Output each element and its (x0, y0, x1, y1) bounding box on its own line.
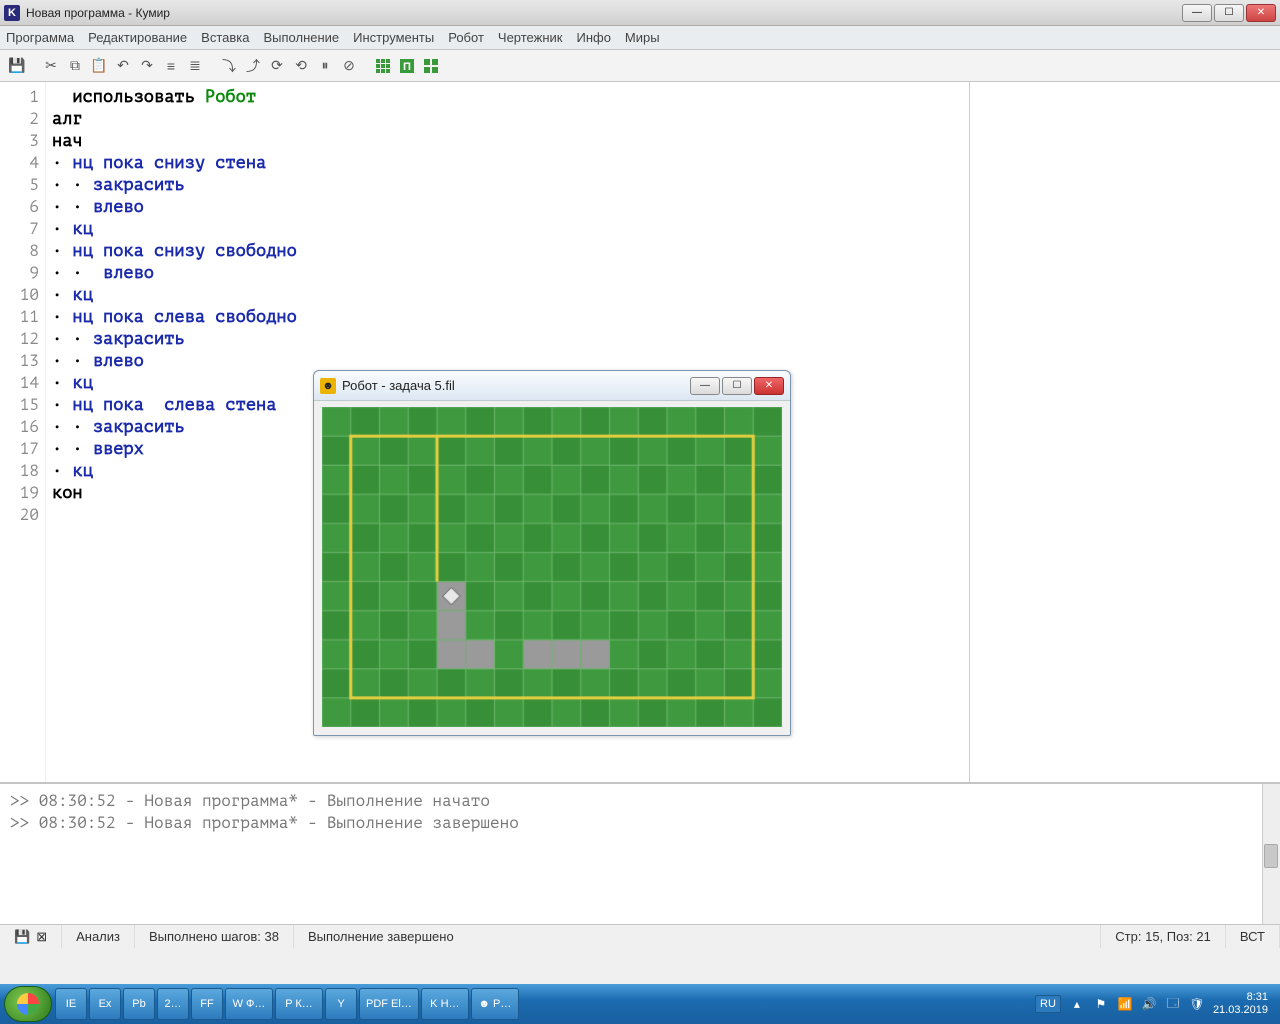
taskbar-item[interactable]: 2… (157, 988, 189, 1020)
svg-text:П: П (403, 61, 411, 73)
taskbar: IEExPb2…FFW Ф…P К…YPDF El…K Н…☻ Р… RU ▴ … (0, 984, 1280, 1024)
cut-icon[interactable]: ✂ (40, 55, 62, 77)
taskbar-item[interactable]: K Н… (421, 988, 469, 1020)
line-gutter: 1234567891011121314151617181920 (0, 82, 46, 782)
taskbar-clock[interactable]: 8:31 21.03.2019 (1213, 991, 1268, 1017)
robot-window[interactable]: ☻ Робот - задача 5.fil — ☐ ✕ (313, 370, 791, 736)
status-analysis: Анализ (62, 925, 135, 948)
copy-icon[interactable]: ⧉ (64, 55, 86, 77)
robot-window-titlebar[interactable]: ☻ Робот - задача 5.fil — ☐ ✕ (314, 371, 790, 401)
taskbar-item[interactable]: Pb (123, 988, 155, 1020)
windows-orb-icon (17, 993, 39, 1015)
run-fast-icon[interactable]: ⟲ (290, 55, 312, 77)
toolbar: 💾 ✂ ⧉ 📋 ↶ ↷ ≡ ≣ ⤵ ⤴ ⟳ ⟲ ⏸ ⊘ П (0, 50, 1280, 82)
discard-icon[interactable]: ⊠ (36, 929, 47, 945)
close-button[interactable]: ✕ (1246, 4, 1276, 22)
indent-icon[interactable]: ≣ (184, 55, 206, 77)
world-quad-icon[interactable] (420, 55, 442, 77)
tray-shield-icon[interactable]: 🛡 (1189, 996, 1205, 1012)
taskbar-item[interactable]: W Ф… (225, 988, 273, 1020)
robot-maximize-button[interactable]: ☐ (722, 377, 752, 395)
robot-field[interactable] (322, 407, 782, 727)
pause-icon[interactable]: ⏸ (314, 55, 336, 77)
robot-app-icon: ☻ (320, 378, 336, 394)
tray-volume-icon[interactable]: 🔊 (1141, 996, 1157, 1012)
stop-icon[interactable]: ⊘ (338, 55, 360, 77)
status-mode: ВСТ (1226, 925, 1280, 948)
taskbar-item[interactable]: IE (55, 988, 87, 1020)
tray-battery-icon[interactable]: 🗔 (1165, 996, 1181, 1012)
window-titlebar: K Новая программа - Кумир — ☐ ✕ (0, 0, 1280, 26)
taskbar-item[interactable]: P К… (275, 988, 323, 1020)
tray-flag-icon[interactable]: ⚑ (1093, 996, 1109, 1012)
status-cursor-pos: Стр: 15, Поз: 21 (1101, 925, 1226, 948)
menu-инфо[interactable]: Инфо (576, 30, 610, 45)
console-output: >> 08:30:52 - Новая программа* - Выполне… (0, 782, 1280, 924)
taskbar-item[interactable]: FF (191, 988, 223, 1020)
outdent-icon[interactable]: ≡ (160, 55, 182, 77)
status-exec: Выполнение завершено (294, 925, 1101, 948)
status-steps: Выполнено шагов: 38 (135, 925, 294, 948)
menu-чертежник[interactable]: Чертежник (498, 30, 563, 45)
menu-вставка[interactable]: Вставка (201, 30, 249, 45)
start-button[interactable] (4, 986, 52, 1022)
step-over-icon[interactable]: ⤴ (242, 55, 264, 77)
taskbar-item[interactable]: Ex (89, 988, 121, 1020)
taskbar-item[interactable]: PDF El… (359, 988, 419, 1020)
menu-робот[interactable]: Робот (448, 30, 484, 45)
world-grid-icon[interactable] (372, 55, 394, 77)
tray-network-icon[interactable]: 📶 (1117, 996, 1133, 1012)
menu-редактирование[interactable]: Редактирование (88, 30, 187, 45)
scrollbar-thumb[interactable] (1264, 844, 1278, 868)
save-icon[interactable]: 💾 (6, 55, 28, 77)
redo-icon[interactable]: ↷ (136, 55, 158, 77)
robot-minimize-button[interactable]: — (690, 377, 720, 395)
world-pi-icon[interactable]: П (396, 55, 418, 77)
taskbar-item[interactable]: Y (325, 988, 357, 1020)
app-icon: K (4, 5, 20, 21)
menu-bar: Программа Редактирование Вставка Выполнение… (0, 26, 1280, 50)
menu-программа[interactable]: Программа (6, 30, 74, 45)
step-in-icon[interactable]: ⤵ (218, 55, 240, 77)
language-indicator[interactable]: RU (1035, 995, 1061, 1013)
status-bar: 💾 ⊠ Анализ Выполнено шагов: 38 Выполнени… (0, 924, 1280, 948)
console-scrollbar[interactable] (1262, 784, 1280, 924)
taskbar-item[interactable]: ☻ Р… (471, 988, 519, 1020)
paste-icon[interactable]: 📋 (88, 55, 110, 77)
window-title: Новая программа - Кумир (26, 6, 1182, 20)
undo-icon[interactable]: ↶ (112, 55, 134, 77)
menu-выполнение[interactable]: Выполнение (263, 30, 339, 45)
run-icon[interactable]: ⟳ (266, 55, 288, 77)
side-panel (970, 82, 1280, 782)
tray-up-icon[interactable]: ▴ (1069, 996, 1085, 1012)
maximize-button[interactable]: ☐ (1214, 4, 1244, 22)
save-icon[interactable]: 💾 (14, 929, 30, 945)
robot-close-button[interactable]: ✕ (754, 377, 784, 395)
menu-миры[interactable]: Миры (625, 30, 660, 45)
menu-инструменты[interactable]: Инструменты (353, 30, 434, 45)
minimize-button[interactable]: — (1182, 4, 1212, 22)
robot-window-title: Робот - задача 5.fil (342, 378, 455, 393)
system-tray: RU ▴ ⚑ 📶 🔊 🗔 🛡 8:31 21.03.2019 (1035, 991, 1276, 1017)
